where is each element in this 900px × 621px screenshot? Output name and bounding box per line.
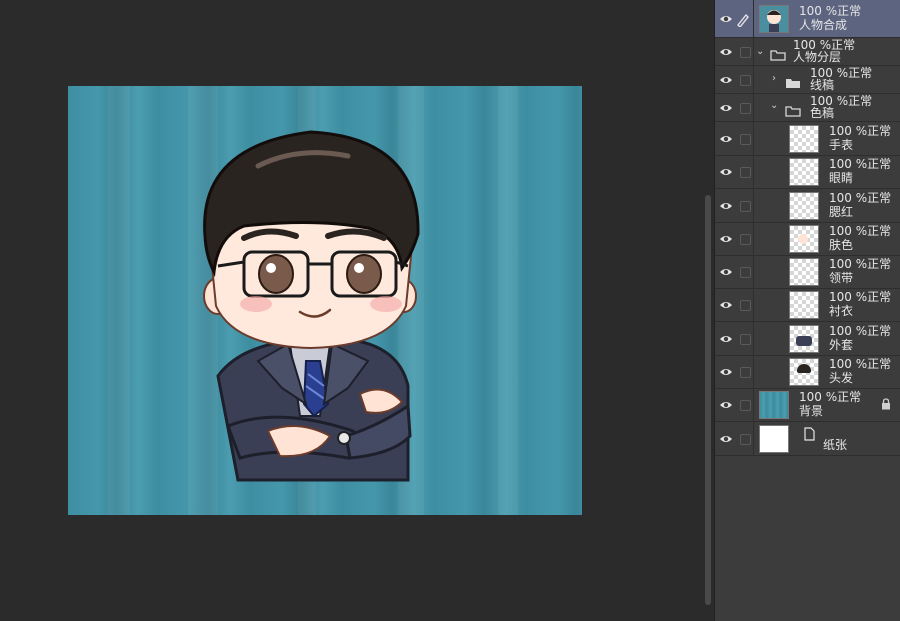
layer-name: 头发 (829, 370, 854, 385)
layer-checkbox[interactable] (740, 103, 751, 114)
layer-name: 外套 (829, 337, 854, 352)
layer-panel-scrollbar[interactable] (702, 0, 714, 621)
folder-icon (785, 74, 801, 88)
character-illustration (203, 130, 420, 482)
layer-row-bg[interactable]: 100 %正常 背景 (715, 388, 900, 422)
layer-opacity-mode: 100 %正常 (829, 223, 892, 238)
layer-opacity-mode: 100 %正常 (829, 190, 892, 205)
chevron-right-icon[interactable]: › (772, 74, 782, 84)
layer-name: 眼睛 (829, 171, 854, 186)
eye-icon[interactable] (719, 300, 733, 310)
layer-checkbox[interactable] (740, 366, 751, 378)
eye-icon[interactable] (719, 400, 733, 410)
layer-checkbox[interactable] (740, 200, 751, 212)
eye-icon[interactable] (719, 47, 733, 57)
eye-icon[interactable] (719, 75, 733, 85)
layer-checkbox[interactable] (740, 267, 751, 278)
layer-row-char-layers[interactable]: ⌄ 100 %正常 人物分层 (715, 38, 900, 66)
eye-icon[interactable] (719, 367, 733, 377)
layer-name: 人物分层 (793, 50, 842, 64)
layer-name: 肤色 (829, 237, 854, 252)
layer-checkbox[interactable] (740, 434, 751, 445)
layer-checkbox[interactable] (740, 47, 751, 58)
layer-name: 手表 (829, 138, 854, 152)
layer-thumbnail (789, 291, 819, 320)
layer-name: 衬衣 (829, 304, 854, 319)
layer-thumbnail (789, 258, 819, 286)
eye-icon[interactable] (719, 234, 733, 244)
canvas-area[interactable] (0, 0, 702, 621)
layer-panel: 100 %正常 人物合成 ⌄ 100 %正常 人物分层 › 100 %正常 线稿 (714, 0, 900, 621)
lock-icon[interactable] (881, 395, 891, 410)
eye-icon[interactable] (719, 134, 733, 144)
layer-opacity-mode: 100 %正常 (829, 290, 892, 305)
layer-row-jacket[interactable]: 100 %正常 外套 (715, 321, 900, 356)
artwork-canvas[interactable] (68, 86, 582, 515)
layer-thumbnail (789, 125, 819, 153)
layer-row-paper[interactable]: 纸张 (715, 422, 900, 456)
layer-checkbox[interactable] (740, 333, 751, 345)
layer-checkbox[interactable] (740, 134, 751, 145)
layer-name: 色稿 (810, 106, 835, 120)
layer-checkbox[interactable] (740, 167, 751, 179)
layer-thumbnail (789, 324, 819, 353)
layer-thumbnail (759, 5, 789, 33)
layer-checkbox[interactable] (740, 300, 751, 312)
layer-checkbox[interactable] (740, 233, 751, 245)
eye-icon[interactable] (719, 167, 733, 177)
chevron-down-icon[interactable]: ⌄ (770, 101, 780, 111)
layer-row-shirt[interactable]: 100 %正常 衬衣 (715, 288, 900, 323)
eye-icon[interactable] (719, 434, 733, 444)
layer-row-watch[interactable]: 100 %正常 手表 (715, 122, 900, 156)
layer-opacity-mode: 100 %正常 (829, 323, 892, 338)
layer-row-lineart[interactable]: › 100 %正常 线稿 (715, 66, 900, 94)
layer-row-skin[interactable]: 100 %正常 肤色 (715, 221, 900, 256)
paper-icon (804, 426, 815, 441)
layer-row-color[interactable]: ⌄ 100 %正常 色稿 (715, 94, 900, 122)
layer-row-tie[interactable]: 100 %正常 领带 (715, 255, 900, 289)
layer-row-hair[interactable]: 100 %正常 头发 (715, 354, 900, 389)
layer-name: 纸张 (823, 438, 848, 452)
layer-thumbnail (789, 224, 819, 253)
chevron-down-icon[interactable]: ⌄ (756, 47, 766, 57)
layer-checkbox[interactable] (740, 400, 751, 411)
folder-icon (785, 102, 801, 117)
layer-thumbnail (789, 357, 819, 386)
layer-opacity-mode: 100 %正常 (799, 4, 862, 18)
layer-row-char-comp[interactable]: 100 %正常 人物合成 (715, 0, 900, 38)
eye-icon[interactable] (719, 103, 733, 113)
layer-thumbnail (759, 425, 789, 453)
layer-opacity-mode: 100 %正常 (829, 257, 892, 271)
pen-icon (736, 12, 750, 29)
layer-opacity-mode: 100 %正常 (829, 157, 892, 172)
scroll-thumb[interactable] (705, 195, 711, 605)
folder-icon (770, 46, 786, 61)
eye-icon[interactable] (719, 334, 733, 344)
layer-opacity-mode: 100 %正常 (799, 390, 862, 404)
layer-name: 腮红 (829, 204, 854, 219)
eye-icon[interactable] (719, 201, 733, 211)
layer-thumbnail (789, 191, 819, 220)
layer-opacity-mode: 100 %正常 (829, 356, 892, 371)
layer-name: 领带 (829, 271, 854, 285)
layer-row-eyes[interactable]: 100 %正常 眼睛 (715, 155, 900, 190)
eye-icon[interactable] (719, 267, 733, 277)
layer-name: 线稿 (810, 78, 835, 92)
layer-thumbnail (789, 158, 819, 187)
eye-icon[interactable] (719, 14, 733, 24)
layer-row-blush[interactable]: 100 %正常 腮红 (715, 188, 900, 223)
layer-name: 背景 (799, 404, 824, 418)
layer-thumbnail (759, 391, 789, 419)
layer-checkbox[interactable] (740, 75, 751, 86)
layer-opacity-mode: 100 %正常 (829, 124, 892, 138)
layer-name: 人物合成 (799, 18, 848, 32)
